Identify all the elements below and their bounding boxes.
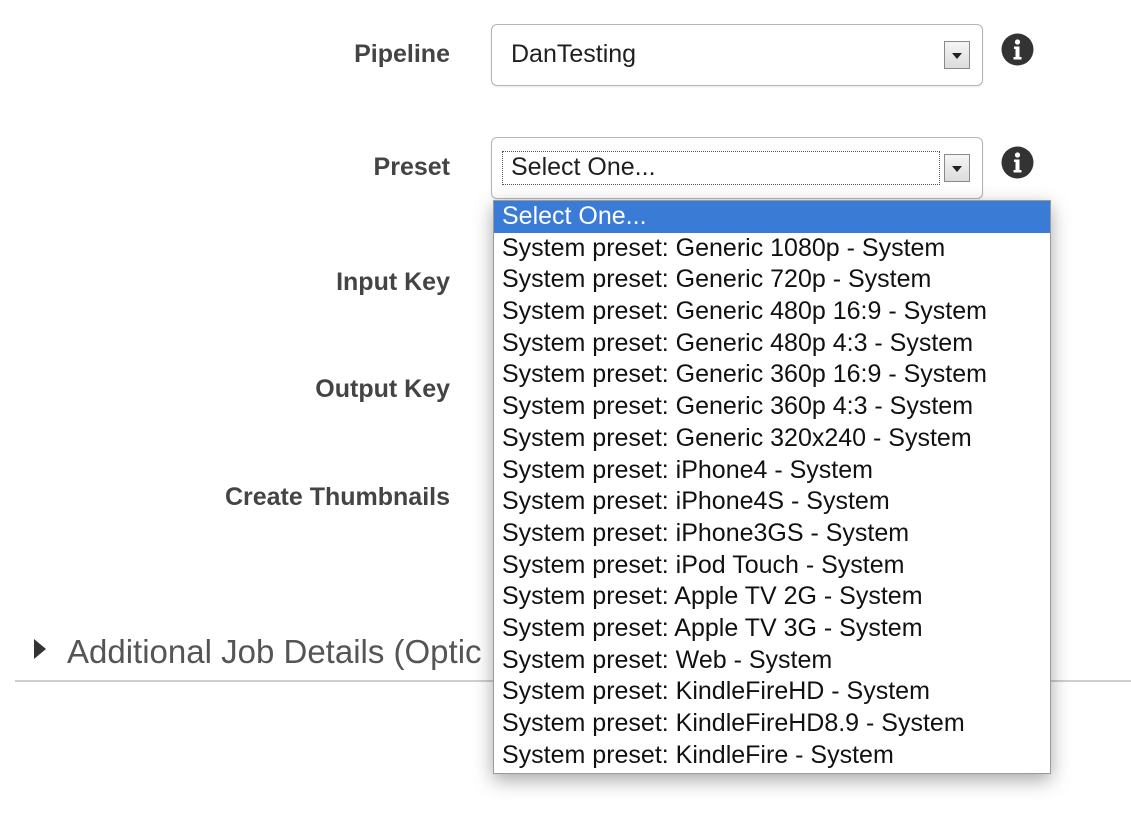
dropdown-option[interactable]: Select One... [494, 201, 1050, 233]
chevron-down-icon[interactable] [944, 41, 970, 69]
dropdown-option[interactable]: System preset: iPod Touch - System [494, 550, 1050, 582]
dropdown-option[interactable]: System preset: Apple TV 2G - System [494, 581, 1050, 613]
pipeline-label: Pipeline [354, 40, 450, 68]
preset-select-value: Select One... [511, 153, 656, 181]
create-thumbnails-label: Create Thumbnails [224, 483, 450, 511]
dropdown-option[interactable]: System preset: Generic 360p 16:9 - Syste… [494, 359, 1050, 391]
dropdown-option[interactable]: System preset: iPhone4 - System [494, 455, 1050, 487]
dropdown-option[interactable]: System preset: Generic 1080p - System [494, 233, 1050, 265]
dropdown-option[interactable]: System preset: Generic 360p 4:3 - System [494, 391, 1050, 423]
create-job-form: Pipeline DanTesting Preset Select One...… [0, 0, 1131, 823]
dropdown-option[interactable]: System preset: Generic 480p 16:9 - Syste… [494, 296, 1050, 328]
info-circle-icon[interactable] [1001, 146, 1034, 179]
dropdown-option[interactable]: System preset: Web - System [494, 645, 1050, 677]
dropdown-option[interactable]: System preset: iPhone4S - System [494, 486, 1050, 518]
output-key-label: Output Key [315, 375, 450, 403]
dropdown-option[interactable]: System preset: KindleFireHD8.9 - System [494, 708, 1050, 740]
additional-job-details-label: Additional Job Details (Optic [67, 633, 482, 670]
dropdown-option[interactable]: System preset: Apple TV 3G - System [494, 613, 1050, 645]
input-key-label: Input Key [336, 268, 450, 296]
pipeline-select-value: DanTesting [511, 40, 637, 68]
dropdown-option[interactable]: System preset: Generic 720p - System [494, 264, 1050, 296]
triangle-right-icon [34, 639, 46, 659]
dropdown-option[interactable]: System preset: Generic 480p 4:3 - System [494, 328, 1050, 360]
chevron-down-icon[interactable] [944, 154, 970, 182]
pipeline-select[interactable]: DanTesting [491, 24, 983, 86]
preset-label: Preset [373, 153, 450, 181]
dropdown-option[interactable]: System preset: iPhone3GS - System [494, 518, 1050, 550]
info-circle-icon[interactable] [1001, 33, 1034, 66]
dropdown-option[interactable]: System preset: KindleFireHD - System [494, 676, 1050, 708]
preset-dropdown-list: Select One... System preset: Generic 1080… [493, 200, 1051, 774]
preset-select[interactable]: Select One... [491, 137, 983, 199]
dropdown-option[interactable]: System preset: Generic 320x240 - System [494, 423, 1050, 455]
dropdown-option[interactable]: System preset: KindleFire - System [494, 740, 1050, 772]
